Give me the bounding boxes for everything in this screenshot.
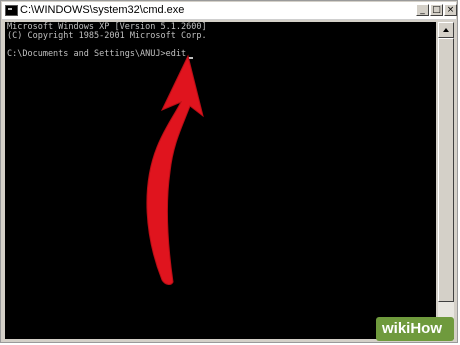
text-cursor bbox=[187, 57, 194, 59]
title-bar[interactable]: C:\WINDOWS\system32\cmd.exe _ □ × bbox=[2, 2, 457, 20]
arrow-shape bbox=[146, 54, 204, 285]
cmd-window: C:\WINDOWS\system32\cmd.exe _ □ × Micros… bbox=[0, 0, 458, 343]
window-title: C:\WINDOWS\system32\cmd.exe bbox=[20, 4, 185, 16]
close-button[interactable]: × bbox=[444, 4, 457, 16]
scroll-up-button[interactable] bbox=[438, 22, 454, 38]
console-line: (C) Copyright 1985-2001 Microsoft Corp. bbox=[7, 31, 207, 41]
wikihow-logo: wikiHow bbox=[376, 317, 454, 341]
scroll-thumb[interactable] bbox=[438, 38, 454, 302]
cmd-icon bbox=[5, 5, 18, 16]
prompt-text: C:\Documents and Settings\ANUJ>edit bbox=[7, 49, 187, 59]
wikihow-logo-text: wikiHow bbox=[382, 320, 443, 337]
red-arrow-icon bbox=[146, 54, 204, 285]
command-prompt: C:\Documents and Settings\ANUJ>edit bbox=[7, 49, 194, 59]
maximize-button[interactable]: □ bbox=[430, 4, 443, 16]
scroll-up-icon bbox=[443, 28, 449, 32]
console-output[interactable]: Microsoft Windows XP [Version 5.1.2600] … bbox=[5, 22, 436, 339]
minimize-button[interactable]: _ bbox=[416, 4, 429, 16]
vertical-scrollbar[interactable] bbox=[438, 22, 454, 339]
